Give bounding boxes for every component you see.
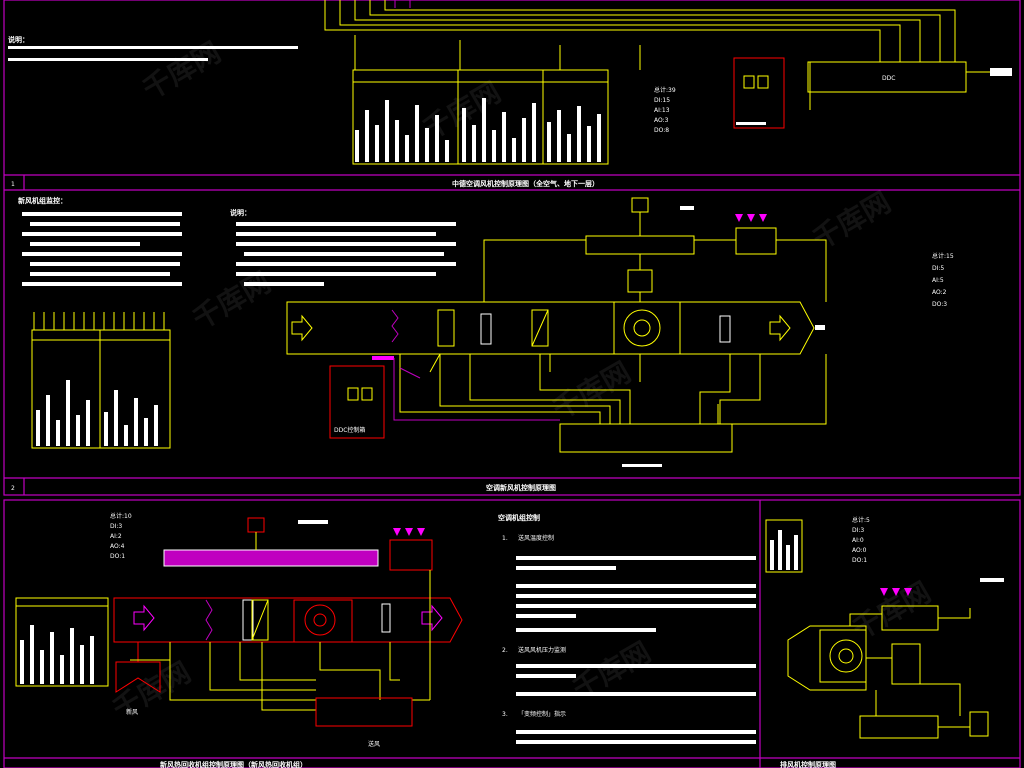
section4: 总计:5 DI:3 AI:0 AO:0 DO:1 排风机控制原理图 <box>765 516 1004 768</box>
section2-notes-text <box>236 222 456 286</box>
watermark: 千库网 <box>187 265 276 336</box>
section2-note-heading: 新风机组监控： <box>18 196 67 205</box>
section3-note3-text <box>516 730 756 744</box>
section2-air-handling-unit <box>286 301 825 355</box>
outlet-arrow-icon <box>421 604 443 632</box>
section1-magenta-lines <box>394 0 411 8</box>
stat-do: DO:8 <box>654 127 669 134</box>
section2-ddc-controller <box>559 423 733 453</box>
note-title: 送风温度控制 <box>518 534 554 542</box>
section2-io-table <box>31 312 171 449</box>
outlet-arrow-icon <box>769 314 791 342</box>
stat-ao: AO:2 <box>932 289 947 296</box>
drawing-frames <box>3 0 1021 768</box>
stat-ao: AO:4 <box>110 543 125 550</box>
stat-total: 总计:39 <box>654 86 676 94</box>
stat-do: DO:1 <box>110 553 125 560</box>
stat-do: DO:3 <box>932 301 947 308</box>
note-number: 1. <box>502 535 508 542</box>
section3-exhaust-duct <box>163 549 379 567</box>
section3-note1-text <box>516 556 756 632</box>
section3-inlet-label: 新风 <box>126 708 138 716</box>
section2-panel-label: DDC控制箱 <box>334 426 365 434</box>
stat-di: DI:3 <box>110 523 122 530</box>
section2-actuator-top <box>585 197 777 302</box>
watermark: 千库网 <box>847 575 936 646</box>
stat-total: 总计:5 <box>852 516 870 524</box>
section1-stats: 总计:39 DI:15 AI:13 AO:3 DO:8 <box>654 86 676 134</box>
stat-di: DI:3 <box>852 527 864 534</box>
hvac-drawing-canvas: 千库网 千库网 千库网 千库网 千库网 千库网 千库网 千库网 说明： DDC … <box>3 0 1021 768</box>
section3-notes-heading: 空调机组控制 <box>498 513 540 522</box>
supply-fan-icon <box>613 301 681 355</box>
sensor-block <box>480 313 492 345</box>
note-title: 送风风机压力监测 <box>518 646 566 654</box>
section2-label-bar <box>372 356 394 360</box>
filter-icon <box>437 309 455 347</box>
stat-di: DI:5 <box>932 265 944 272</box>
section1-ddc-panel <box>733 57 785 129</box>
section2-number: 2 <box>11 485 15 492</box>
section1-ddc-label: DDC <box>882 75 895 82</box>
stat-ao: AO:3 <box>654 117 669 124</box>
section4-fan-unit <box>787 625 921 691</box>
section2-title: 空调新风机控制原理图 <box>486 483 556 492</box>
section3-supply-label: 送风 <box>368 740 380 748</box>
section3-title: 新风热回收机组控制原理图（新风热回收机组） <box>160 760 307 768</box>
stat-ai: AI:13 <box>654 107 670 114</box>
damper-icon <box>205 599 213 641</box>
watermark: 千库网 <box>547 355 636 426</box>
section2-control-box: DDC控制箱 <box>329 365 385 439</box>
section3-io-table <box>15 597 109 687</box>
section3: 总计:10 DI:3 AI:2 AO:4 DO:1 新风 送风 新风热回收机组控… <box>15 512 756 768</box>
note-number: 2. <box>502 647 508 654</box>
watermark: 千库网 <box>107 655 196 726</box>
stat-total: 总计:10 <box>110 512 132 520</box>
inlet-arrow-icon <box>291 314 313 342</box>
section1-signal-lines <box>324 0 956 110</box>
stat-ai: AI:5 <box>932 277 944 284</box>
stat-ai: AI:0 <box>852 537 864 544</box>
section1-note-heading: 说明： <box>8 35 29 44</box>
section1-note-text <box>8 46 298 61</box>
inlet-arrow-icon <box>133 604 155 632</box>
stat-ao: AO:0 <box>852 547 867 554</box>
note-title: 「变频控制」指示 <box>518 710 566 718</box>
supply-fan-icon <box>293 599 353 643</box>
stat-di: DI:15 <box>654 97 670 104</box>
section1-number: 1 <box>11 181 15 188</box>
section2-notes-title: 说明： <box>230 208 251 217</box>
section1-ddc-controller: DDC <box>807 61 1012 93</box>
damper-icon <box>391 309 399 343</box>
stat-total: 总计:15 <box>932 252 954 260</box>
note-number: 3. <box>502 711 508 718</box>
section4-stats: 总计:5 DI:3 AI:0 AO:0 DO:1 <box>852 516 870 564</box>
section3-ddc-controller <box>315 697 413 727</box>
section2-magenta-wiring <box>393 358 560 421</box>
section2-stats: 总计:15 DI:5 AI:5 AO:2 DO:3 <box>932 252 954 308</box>
section4-title: 排风机控制原理图 <box>780 760 836 768</box>
stat-ai: AI:2 <box>110 533 122 540</box>
section2: 新风机组监控： 说明： DDC控制箱 总计:15 DI:5 AI:5 AO:2 … <box>11 196 954 492</box>
section1-title: 中德空调风机控制原理图（全空气、地下一层） <box>452 179 599 188</box>
section4-io-table <box>765 519 803 573</box>
watermark-layer: 千库网 千库网 千库网 千库网 千库网 千库网 千库网 千库网 <box>107 35 936 726</box>
stat-do: DO:1 <box>852 557 867 564</box>
watermark: 千库网 <box>807 185 896 256</box>
section2-note-text <box>22 212 182 286</box>
section3-stats: 总计:10 DI:3 AI:2 AO:4 DO:1 <box>110 512 132 560</box>
